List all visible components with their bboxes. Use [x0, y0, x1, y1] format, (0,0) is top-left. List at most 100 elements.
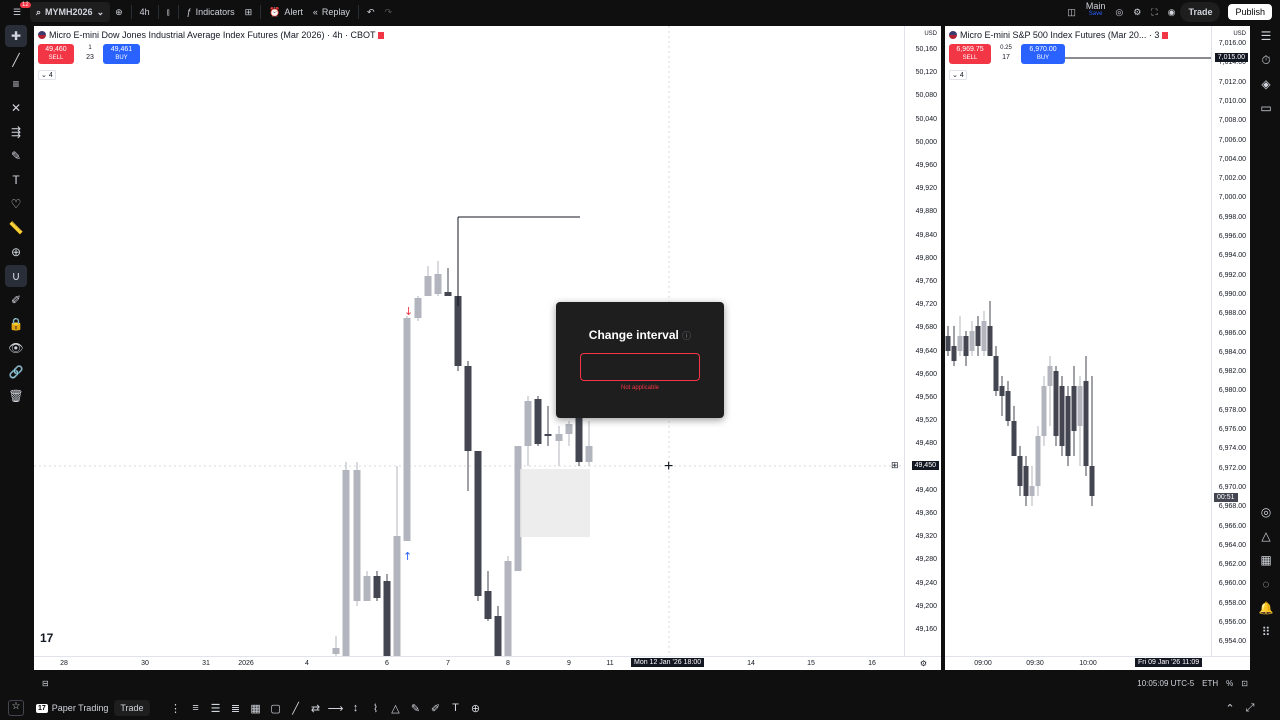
price-tick: 49,800 — [915, 254, 937, 262]
settings-gear-icon[interactable]: ⚙ — [1128, 2, 1146, 22]
symbol-search[interactable]: ⌕ MYMH2026 ⌄ — [30, 2, 111, 22]
vertical-line-icon[interactable]: ↕ — [346, 698, 366, 718]
trade-tab[interactable]: Trade — [114, 700, 150, 716]
align-list-icon[interactable]: ☰ — [206, 698, 226, 718]
forecast-icon[interactable]: ⇶ — [5, 121, 27, 143]
crosshair-tool-icon[interactable]: ✚ — [5, 25, 27, 47]
redo-button[interactable]: ↷ — [379, 2, 397, 22]
chart-type-button[interactable]: ⫾ — [162, 2, 175, 22]
trash-icon[interactable]: 🗑 — [5, 385, 27, 407]
align-left-icon[interactable]: ≡ — [186, 698, 206, 718]
layers-icon[interactable]: ◈ — [1255, 73, 1277, 95]
alert-button[interactable]: ⏰ Alert — [264, 2, 308, 22]
auto-scale-icon[interactable]: ⊡ — [1237, 679, 1252, 688]
triangle-icon[interactable]: △ — [386, 698, 406, 718]
ruler-icon[interactable]: 📏 — [5, 217, 27, 239]
replay-label: Replay — [321, 7, 350, 17]
fib-retracement-icon[interactable]: ≡ — [5, 73, 27, 95]
compare-button[interactable]: ⊕ — [110, 2, 128, 22]
layout-toggle-button[interactable]: ◫ — [1062, 2, 1081, 22]
trade-button[interactable]: Trade — [1180, 2, 1221, 22]
interval-button[interactable]: 4h — [135, 2, 155, 22]
drag-handle-icon[interactable]: ⋮ — [166, 698, 186, 718]
price-tick: 49,480 — [915, 440, 937, 448]
paper-trading-tab[interactable]: 17 Paper Trading — [30, 700, 114, 716]
left-price-axis[interactable]: USD 50,160 50,120 50,080 50,040 50,000 49,960… — [904, 26, 941, 656]
crosshair-plus-icon[interactable]: ⊞ — [891, 460, 899, 471]
price-tick: 6,964.00 — [1218, 541, 1246, 549]
magnet-icon[interactable]: ∪ — [5, 265, 27, 287]
brush-icon[interactable]: ✎ — [5, 145, 27, 167]
right-price-axis[interactable]: USD 7,016.00 7,014.00 7,012.00 7,010.00 7,00… — [1211, 26, 1250, 656]
candle — [1083, 381, 1089, 466]
percent-toggle-icon[interactable]: % — [1222, 679, 1237, 688]
text-icon[interactable]: T — [446, 698, 466, 718]
right-chart-pane[interactable]: Micro E-mini S&P 500 Index Futures (Mar … — [945, 26, 1250, 670]
fullscreen-icon[interactable]: ⛶ — [1146, 2, 1162, 22]
price-tick: 6,996.00 — [1218, 233, 1246, 240]
path-icon[interactable]: ⌇ — [366, 698, 386, 718]
eye-icon[interactable]: 👁 — [5, 337, 27, 359]
session-label[interactable]: ETH — [1198, 679, 1222, 688]
publish-button[interactable]: Publish — [1228, 4, 1272, 20]
layout-menu[interactable]: Main Save — [1081, 2, 1111, 22]
undo-button[interactable]: ↶ — [362, 2, 380, 22]
align-right-icon[interactable]: ≣ — [226, 698, 246, 718]
info-icon[interactable]: ⓘ — [682, 331, 691, 341]
chat-icon[interactable]: ▭ — [1255, 97, 1277, 119]
grid-icon[interactable]: ▦ — [246, 698, 266, 718]
trend-line-icon[interactable]: ╱ — [5, 49, 27, 71]
time-tick: 8 — [506, 660, 510, 667]
price-tick: 7,006.00 — [1218, 136, 1246, 144]
link-icon[interactable]: 🔗 — [5, 361, 27, 383]
bell-icon[interactable]: 🔔 — [1255, 597, 1277, 619]
candle — [999, 386, 1005, 396]
rectangle-icon[interactable]: ▢ — [266, 698, 286, 718]
pattern-icon[interactable]: ✕ — [5, 97, 27, 119]
price-tick: 6,954.00 — [1218, 638, 1246, 646]
interval-input[interactable] — [580, 353, 700, 381]
maximize-panel-icon[interactable]: ⤢ — [1240, 698, 1260, 718]
candle — [575, 418, 583, 462]
date-range-icon[interactable]: ⊟ — [38, 679, 53, 688]
templates-button[interactable]: ⊞ — [240, 2, 258, 22]
text-tool-icon[interactable]: T — [5, 169, 27, 191]
left-time-axis[interactable]: 28 30 31 2026 4 6 7 8 9 11 14 15 16 Mon 12 Jan '26 1… — [34, 631, 941, 670]
candle — [1077, 386, 1083, 426]
time-tick: 15 — [807, 660, 815, 667]
arrows-icon[interactable]: ⇄ — [306, 698, 326, 718]
lock-icon[interactable]: 🔒 — [5, 313, 27, 335]
heart-icon[interactable]: ♡ — [5, 193, 27, 215]
clock-label[interactable]: 10:05:09 UTC-5 — [1133, 679, 1198, 688]
quick-search-icon[interactable]: ◎ — [1110, 2, 1128, 22]
candle — [945, 336, 951, 351]
candle — [534, 399, 542, 444]
apps-grid-icon[interactable]: ⠿ — [1255, 621, 1277, 643]
ideas-icon[interactable]: △ — [1255, 525, 1277, 547]
pen-icon[interactable]: ✐ — [426, 698, 446, 718]
indicators-button[interactable]: ƒ Indicators — [182, 2, 240, 22]
replay-button[interactable]: « Replay — [308, 2, 355, 22]
stream-icon[interactable]: ◌ — [1255, 573, 1277, 595]
horizontal-ray-icon[interactable]: ⟶ — [326, 698, 346, 718]
watchlist-icon[interactable]: ☰ — [1255, 25, 1277, 47]
measure-icon[interactable]: ⊕ — [466, 698, 486, 718]
range-bar: ⊟ 10:05:09 UTC-5 ETH % ⊡ — [32, 672, 1252, 694]
collapse-panel-icon[interactable]: ⌃ — [1220, 698, 1240, 718]
pencil-lock-icon[interactable]: ✐ — [5, 289, 27, 311]
star-icon[interactable]: ☆ — [8, 700, 24, 716]
calendar-icon[interactable]: ▦ — [1255, 549, 1277, 571]
zoom-in-icon[interactable]: ⊕ — [5, 241, 27, 263]
price-tick: 49,160 — [915, 626, 937, 633]
alerts-clock-icon[interactable]: ⏱ — [1255, 49, 1277, 71]
price-tick: 49,280 — [915, 556, 937, 564]
target-icon[interactable]: ◎ — [1255, 501, 1277, 523]
time-axis-settings-icon[interactable]: ⚙ — [920, 659, 927, 668]
time-tick: 2026 — [238, 660, 254, 667]
left-chart-pane[interactable]: Micro E-mini Dow Jones Industrial Averag… — [34, 26, 941, 670]
right-time-axis[interactable]: 09:00 09:30 10:00 Fri 09 Jan '26 11:09 — [945, 656, 1250, 670]
brush-icon[interactable]: ✎ — [406, 698, 426, 718]
line-icon[interactable]: ╱ — [286, 698, 306, 718]
camera-icon[interactable]: ◉ — [1163, 2, 1181, 22]
candle — [969, 331, 975, 351]
